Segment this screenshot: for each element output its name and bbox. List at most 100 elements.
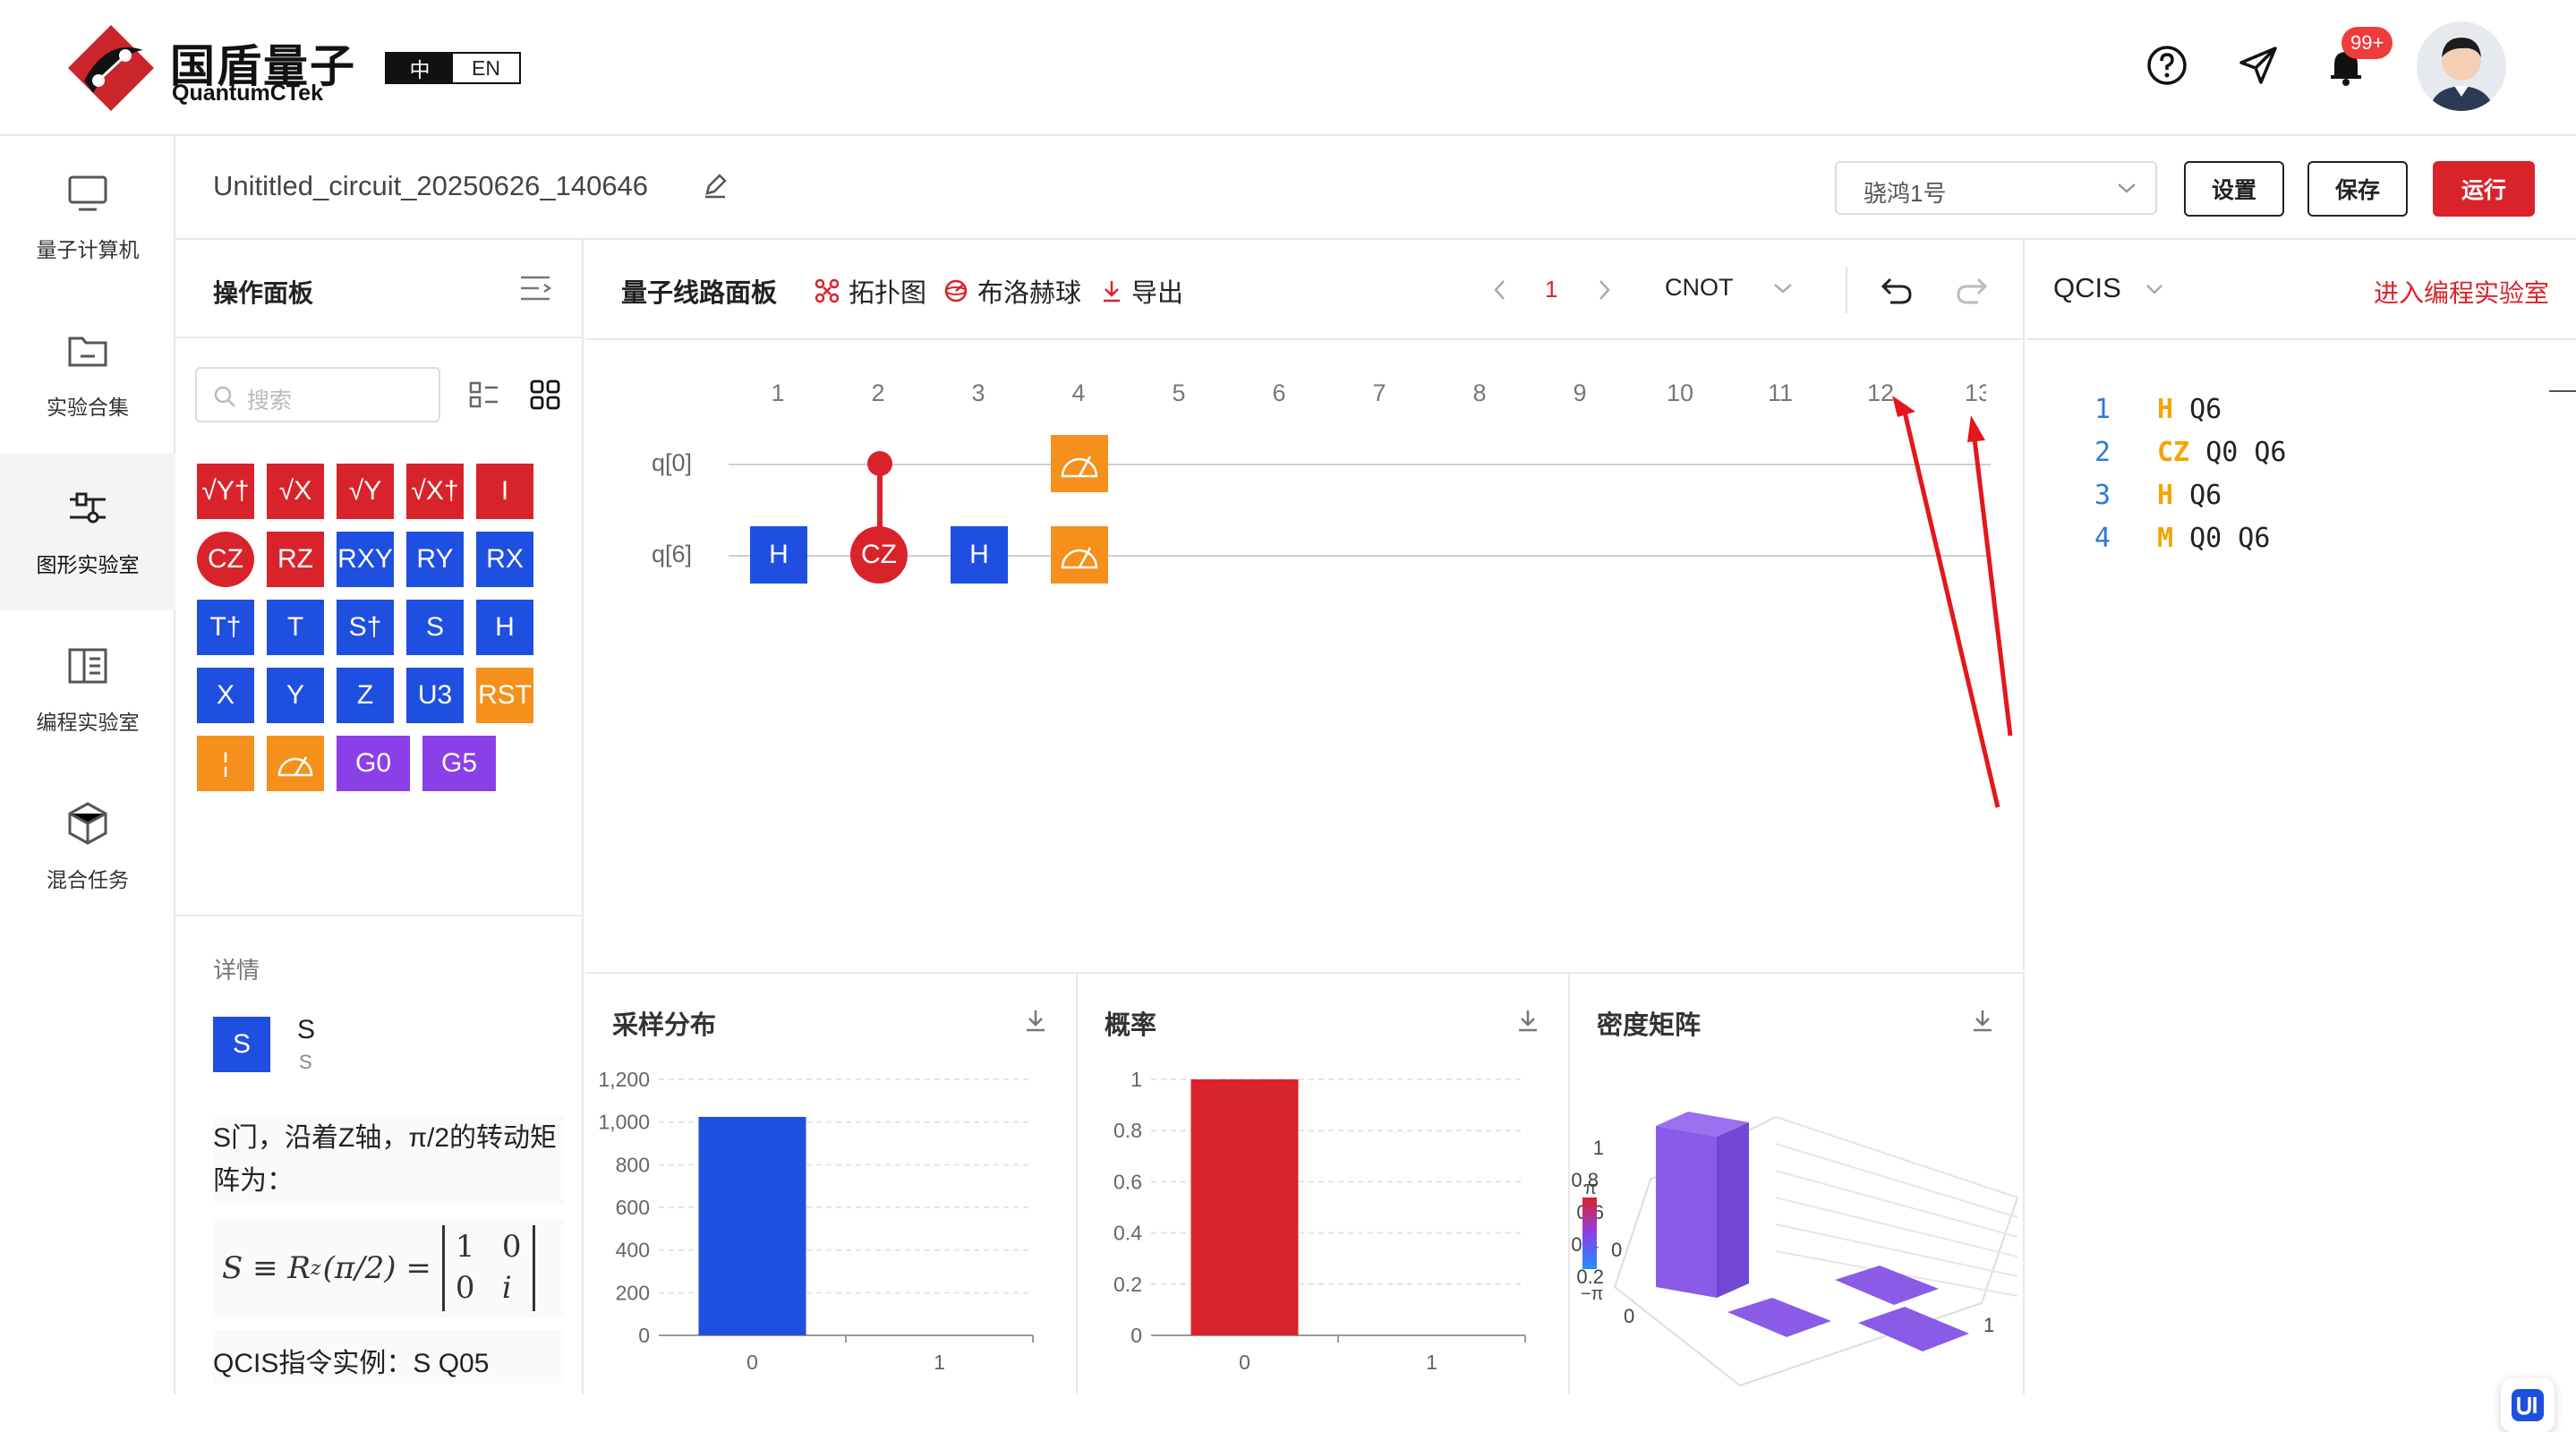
menu-fold-icon[interactable] [519, 274, 551, 303]
detail-description: S门，沿着Z轴，π/2的转动矩阵为： [213, 1117, 564, 1203]
sampling-distribution-panel: 采样分布 0 200 400 600 800 1,000 1,200 0 1 [585, 972, 1078, 1394]
download-icon[interactable] [1516, 1008, 1540, 1033]
gate-u3[interactable]: U3 [406, 668, 464, 723]
tab-circuit[interactable]: 量子线路面板 [621, 272, 777, 310]
gate-i[interactable]: I [476, 464, 533, 519]
grid-view-icon[interactable] [530, 379, 560, 410]
sidebar-item-hybrid-tasks[interactable]: 混合任务 [0, 768, 175, 925]
cz-control-dot[interactable] [867, 451, 892, 476]
lang-cn[interactable]: 中 [387, 54, 453, 82]
code-line[interactable]: 2 CZ Q0 Q6 [2094, 437, 2287, 468]
operations-panel-title: 操作面板 [213, 279, 314, 307]
send-icon[interactable] [2236, 43, 2281, 88]
code-args: Q6 [2189, 480, 2222, 511]
gate-s[interactable]: S [406, 600, 464, 655]
chevron-down-icon[interactable] [2145, 283, 2164, 295]
measure-icon [1061, 547, 1098, 569]
gate-rz[interactable]: RZ [267, 532, 324, 587]
circuit-panel: 量子线路面板 拓扑图 布洛赫球 导出 1 CNOT 1 2 3 4 5 6 7 … [585, 240, 2025, 970]
circuit-name[interactable]: Unititled_circuit_20250626_140646 [213, 170, 648, 202]
help-icon[interactable] [2145, 43, 2189, 88]
run-button[interactable]: 运行 [2433, 161, 2535, 217]
circuit-gate-h[interactable]: H [750, 526, 807, 584]
gate-t-dagger[interactable]: T† [197, 600, 254, 655]
sidebar-item-label: 混合任务 [47, 868, 129, 891]
column-number: 2 [871, 379, 885, 406]
gate-z[interactable]: Z [337, 668, 394, 723]
matrix-cell: i [501, 1270, 512, 1306]
tab-export[interactable]: 导出 [1101, 272, 1183, 310]
undo-icon[interactable] [1878, 272, 1914, 308]
chevron-down-icon[interactable] [1772, 281, 1794, 295]
circuit-gate-measure[interactable] [1051, 526, 1108, 584]
list-view-icon[interactable] [469, 379, 499, 410]
sidebar-item-quantum-computer[interactable]: 量子计算机 [0, 138, 175, 295]
gate-measure[interactable] [267, 736, 324, 791]
gate-rxy[interactable]: RXY [337, 532, 394, 587]
sidebar-item-label: 量子计算机 [36, 238, 140, 261]
programming-lab-link[interactable]: 进入编程实验室 [2374, 274, 2549, 310]
circuit-gate-measure[interactable] [1051, 435, 1108, 492]
ui-assistant-button[interactable] [2501, 1378, 2555, 1432]
gate-y[interactable]: Y [267, 668, 324, 723]
ui-assistant-icon [2512, 1389, 2544, 1421]
tab-topology[interactable]: 拓扑图 [815, 272, 926, 310]
code-line[interactable]: 4 M Q0 Q6 [2094, 523, 2270, 554]
tab-label: 导出 [1131, 279, 1184, 308]
gate-select-value[interactable]: CNOT [1665, 274, 1734, 302]
gate-barrier[interactable]: ¦ [197, 736, 254, 791]
sidebar-item-graphic-lab[interactable]: 图形实验室 [0, 453, 175, 610]
operations-panel: 操作面板 搜索 √Y† √X √Y √X† I CZ RZ RXY RY RX … [175, 240, 584, 1394]
save-button[interactable]: 保存 [2307, 161, 2408, 217]
gate-s-dagger[interactable]: S† [337, 600, 394, 655]
z-tick-label: 1 [1593, 1137, 1604, 1159]
gate-rx[interactable]: RX [476, 532, 533, 587]
lang-en[interactable]: EN [453, 54, 519, 82]
book-icon [68, 648, 107, 684]
grid-line [1775, 1116, 2018, 1198]
column-number: 10 [1666, 379, 1694, 406]
y-tick-label: 0.6 [1113, 1170, 1142, 1193]
gate-x[interactable]: X [197, 668, 254, 723]
qcis-title[interactable]: QCIS [2053, 272, 2121, 304]
circuit-gate-h[interactable]: H [951, 526, 1008, 584]
density-bar [1835, 1266, 1939, 1305]
circuit-gate-cz[interactable]: CZ [850, 526, 908, 584]
chevron-left-icon[interactable] [1491, 277, 1509, 303]
user-avatar-icon [2429, 38, 2494, 111]
download-icon[interactable] [1971, 1008, 1994, 1033]
line-number: 2 [2094, 437, 2111, 468]
gate-sqrt-x-dagger[interactable]: √X† [406, 464, 464, 519]
tab-bloch-sphere[interactable]: 布洛赫球 [943, 272, 1081, 310]
gate-sqrt-y[interactable]: √Y [337, 464, 394, 519]
line-number: 1 [2094, 394, 2111, 425]
edit-icon[interactable] [702, 172, 729, 199]
x-tick-label: 0 [746, 1351, 758, 1374]
chevron-down-icon [2118, 183, 2136, 193]
scroll-indicator[interactable] [2549, 390, 2576, 392]
download-icon[interactable] [1024, 1008, 1047, 1033]
code-line[interactable]: 3 H Q6 [2094, 480, 2222, 511]
gate-g0[interactable]: G0 [337, 736, 410, 791]
gate-t[interactable]: T [267, 600, 324, 655]
z-tick-label: 0 [1611, 1239, 1622, 1261]
gate-sqrt-y-dagger[interactable]: √Y† [197, 464, 254, 519]
redo-icon[interactable] [1955, 272, 1991, 308]
settings-button[interactable]: 设置 [2184, 161, 2284, 217]
language-switch[interactable]: 中 EN [385, 52, 521, 84]
avatar[interactable] [2417, 21, 2506, 111]
gate-ry[interactable]: RY [406, 532, 464, 587]
gate-rst[interactable]: RST [476, 668, 533, 723]
gate-h[interactable]: H [476, 600, 533, 655]
density-bar [1727, 1298, 1831, 1337]
chevron-right-icon[interactable] [1595, 277, 1613, 303]
device-select[interactable]: 骁鸿1号 [1835, 161, 2157, 215]
code-op: CZ [2157, 437, 2190, 468]
sidebar-item-experiments[interactable]: 实验合集 [0, 295, 175, 453]
search-input[interactable]: 搜索 [195, 367, 440, 422]
gate-cz[interactable]: CZ [197, 532, 254, 587]
sidebar-item-programming-lab[interactable]: 编程实验室 [0, 610, 175, 768]
gate-sqrt-x[interactable]: √X [267, 464, 324, 519]
code-line[interactable]: 1 H Q6 [2094, 394, 2222, 425]
gate-g5[interactable]: G5 [422, 736, 496, 791]
